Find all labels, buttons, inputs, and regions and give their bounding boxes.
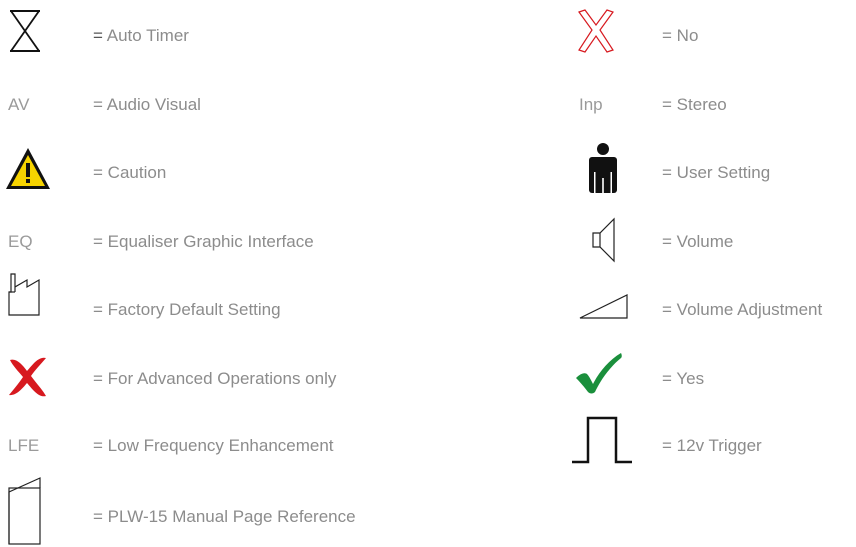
legend-label: = For Advanced Operations only xyxy=(93,369,336,389)
equals-sign: = xyxy=(662,436,672,455)
legend-label: = User Setting xyxy=(662,163,770,183)
equals-sign: = xyxy=(662,163,672,182)
equals-sign: = xyxy=(662,300,672,319)
equals-sign: = xyxy=(662,369,672,388)
label-text: No xyxy=(676,26,699,45)
legend-row-user-setting: = User Setting xyxy=(586,140,856,200)
legend-label: = Caution xyxy=(93,163,166,183)
pulse-trigger-icon xyxy=(571,416,633,464)
equals-sign: = xyxy=(93,507,103,526)
equals-sign: = xyxy=(662,232,672,251)
legend-label: = Stereo xyxy=(662,95,727,115)
legend-row-factory-default: = Factory Default Setting xyxy=(8,272,408,332)
legend-label: = 12v Trigger xyxy=(662,436,762,456)
legend-row-equaliser: EQ = Equaliser Graphic Interface xyxy=(8,213,408,273)
label-text: Factory Default Setting xyxy=(107,300,281,319)
equals-sign: = xyxy=(93,436,103,455)
hourglass-icon xyxy=(8,9,42,53)
legend-row-volume-adjustment: = Volume Adjustment xyxy=(579,272,856,332)
label-text: 12v Trigger xyxy=(676,436,762,455)
label-text: Low Frequency Enhancement xyxy=(107,436,334,455)
checkmark-icon xyxy=(575,352,623,394)
legend-label: = Volume xyxy=(662,232,733,252)
label-text: Equaliser Graphic Interface xyxy=(107,232,314,251)
speaker-icon xyxy=(592,217,616,263)
factory-icon xyxy=(8,272,40,316)
label-text: Volume xyxy=(676,232,734,251)
red-cross-icon xyxy=(6,354,48,398)
legend-row-advanced-operations: = For Advanced Operations only xyxy=(6,348,426,408)
label-text: Auto Timer xyxy=(106,26,189,45)
equals-sign: = xyxy=(93,300,103,319)
abbreviation: Inp xyxy=(579,95,603,114)
legend-label: = Auto Timer xyxy=(93,26,189,46)
legend-label: = Factory Default Setting xyxy=(93,300,281,320)
equals-sign: = xyxy=(93,232,103,251)
legend-row-low-frequency: LFE = Low Frequency Enhancement xyxy=(8,416,428,476)
equals-sign: = xyxy=(93,26,103,45)
legend-label: = Yes xyxy=(662,369,704,389)
user-icon xyxy=(586,142,620,194)
legend-row-no: = No xyxy=(577,7,847,67)
caution-icon xyxy=(4,146,52,192)
legend-label: = Low Frequency Enhancement xyxy=(93,436,334,456)
equals-sign: = xyxy=(93,163,103,182)
legend-row-audio-visual: AV = Audio Visual xyxy=(8,76,408,136)
legend-row-volume: = Volume xyxy=(592,213,856,273)
abbreviation: AV xyxy=(8,95,30,114)
label-text: Audio Visual xyxy=(106,95,201,114)
abbreviation: LFE xyxy=(8,436,40,455)
abbreviation: EQ xyxy=(8,232,33,251)
legend-label: = Equaliser Graphic Interface xyxy=(93,232,314,252)
legend-label: = Volume Adjustment xyxy=(662,300,822,320)
label-text: Volume Adjustment xyxy=(676,300,823,319)
legend-label: = Audio Visual xyxy=(93,95,201,115)
outline-x-icon xyxy=(577,9,615,53)
legend-label: = No xyxy=(662,26,698,46)
legend-label: = PLW-15 Manual Page Reference xyxy=(93,507,356,527)
label-text: Stereo xyxy=(676,95,727,114)
label-text: PLW-15 Manual Page Reference xyxy=(107,507,356,526)
legend-row-manual-page: = PLW-15 Manual Page Reference xyxy=(8,476,428,545)
equals-sign: = xyxy=(662,26,672,45)
legend-row-auto-timer: = Auto Timer xyxy=(8,7,408,67)
volume-ramp-icon xyxy=(579,294,629,320)
label-text: User Setting xyxy=(676,163,771,182)
equals-sign: = xyxy=(662,95,672,114)
manual-page-icon xyxy=(8,476,42,546)
legend-row-12v-trigger: = 12v Trigger xyxy=(571,416,851,476)
equals-sign: = xyxy=(93,369,103,388)
legend-row-caution: = Caution xyxy=(4,140,404,200)
label-text: Yes xyxy=(676,369,705,388)
label-text: For Advanced Operations only xyxy=(107,369,337,388)
legend-row-yes: = Yes xyxy=(575,348,845,408)
equals-sign: = xyxy=(93,95,103,114)
legend-row-stereo: Inp = Stereo xyxy=(579,76,849,136)
label-text: Caution xyxy=(107,163,167,182)
